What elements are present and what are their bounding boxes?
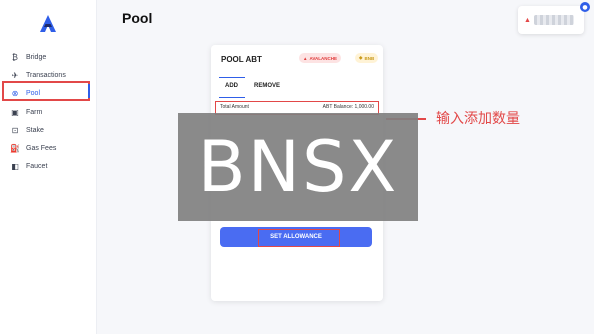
pool-icon: ⊗ bbox=[11, 88, 19, 98]
logo-icon[interactable] bbox=[38, 14, 58, 34]
sidebar-item-label: Gas Fees bbox=[26, 144, 57, 152]
active-indicator bbox=[88, 84, 90, 98]
page-title: Pool bbox=[122, 10, 153, 26]
badge-label: BNB bbox=[364, 55, 375, 61]
avalanche-badge[interactable]: ▲ AVALANCHE bbox=[299, 53, 342, 63]
sidebar-item-bridge[interactable]: ₿ Bridge bbox=[10, 49, 90, 65]
sidebar-item-faucet[interactable]: ◧ Faucet bbox=[10, 158, 90, 174]
sidebar-item-pool[interactable]: ⊗ Pool bbox=[10, 85, 90, 101]
sidebar-item-stake[interactable]: ⊡ Stake bbox=[10, 122, 90, 138]
sidebar-item-gas-fees[interactable]: ⛽ Gas Fees bbox=[10, 140, 90, 156]
total-amount-label: Total Amount bbox=[220, 104, 249, 110]
gas-icon: ⛽ bbox=[10, 143, 20, 153]
tab-active-underline bbox=[219, 97, 245, 98]
sidebar-item-label: Faucet bbox=[26, 162, 48, 170]
wallet-address-blurred bbox=[534, 15, 574, 25]
badge-label: AVALANCHE bbox=[309, 55, 338, 61]
farm-icon: ▣ bbox=[11, 107, 19, 117]
notification-icon[interactable]: ● bbox=[580, 2, 590, 12]
faucet-icon: ◧ bbox=[11, 161, 19, 171]
watermark-overlay: BNSX bbox=[178, 113, 418, 221]
account-button[interactable]: ▲ bbox=[518, 6, 584, 34]
bnb-badge[interactable]: ◆ BNB bbox=[355, 53, 379, 63]
tab-top-rule bbox=[219, 77, 245, 78]
tab-remove[interactable]: REMOVE bbox=[254, 83, 280, 89]
sidebar-item-label: Farm bbox=[26, 108, 43, 116]
bridge-icon: ₿ bbox=[12, 52, 18, 62]
sidebar-item-label: Bridge bbox=[26, 53, 47, 61]
tab-add[interactable]: ADD bbox=[225, 83, 238, 89]
stake-icon: ⊡ bbox=[11, 125, 19, 135]
sidebar-item-farm[interactable]: ▣ Farm bbox=[10, 104, 90, 120]
sidebar-item-label: Transactions bbox=[26, 71, 66, 79]
send-icon: ✈ bbox=[11, 70, 19, 80]
watermark-text: BNSX bbox=[197, 126, 399, 208]
avalanche-icon: ▲ bbox=[303, 55, 308, 61]
sidebar: ₿ Bridge ✈ Transactions ⊗ Pool ▣ Farm ⊡ … bbox=[0, 0, 97, 334]
sidebar-item-label: Stake bbox=[26, 126, 44, 134]
allowance-highlight-box bbox=[258, 229, 340, 247]
bnb-icon: ◆ bbox=[359, 55, 363, 60]
card-title: POOL ABT bbox=[221, 55, 262, 64]
annotation-text: 输入添加数量 bbox=[436, 111, 520, 127]
avalanche-icon: ▲ bbox=[524, 17, 531, 24]
balance-text: ABT Balance: 1,000.00 bbox=[322, 104, 374, 110]
sidebar-item-label: Pool bbox=[26, 89, 41, 97]
